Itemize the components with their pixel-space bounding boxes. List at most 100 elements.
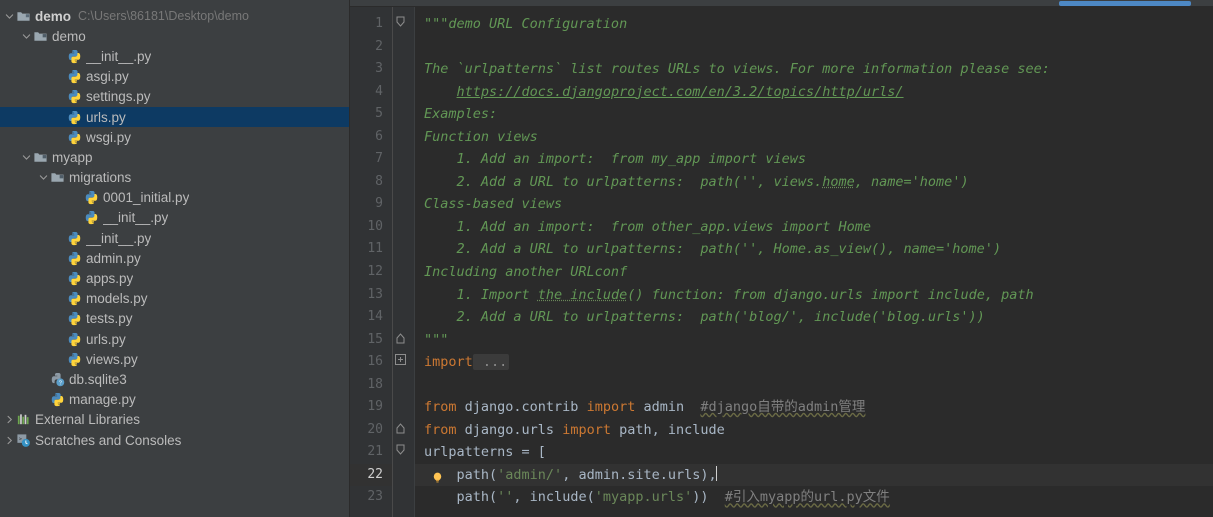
code-line-9[interactable]: Class-based views [415,193,1213,216]
fold-marker-16[interactable] [392,351,414,374]
line-number[interactable]: 5 [350,103,392,126]
tree-item-admin-py[interactable]: admin.py [0,248,349,268]
code-line-11[interactable]: 2. Add a URL to urlpatterns: path('', Ho… [415,238,1213,261]
code-line-21[interactable]: urlpatterns = [ [415,441,1213,464]
line-number[interactable]: 8 [350,171,392,194]
tree-item--init-py[interactable]: __init__.py [0,228,349,248]
tree-item--init-py[interactable]: __init__.py [0,208,349,228]
tree-item-myapp[interactable]: myapp [0,147,349,167]
tree-item-tests-py[interactable]: tests.py [0,309,349,329]
code-line-7[interactable]: 1. Add an import: from my_app import vie… [415,148,1213,171]
code-line-20[interactable]: from django.urls import path, include [415,419,1213,442]
python-file-icon [83,209,100,226]
tree-item-label: Scratches and Consoles [35,432,182,448]
code-editor[interactable]: 1 2 3 4 5 6 7 8 9 10 11 12 13 14 15 16 18 19 20 21 22 23 """d… [350,7,1213,517]
code-line-15[interactable]: """ [415,329,1213,352]
code-line-5[interactable]: Examples: [415,103,1213,126]
code-line-14[interactable]: 2. Add a URL to urlpatterns: path('blog/… [415,306,1213,329]
tree-item-manage-py[interactable]: manage.py [0,390,349,410]
tree-item-scratches-and-consoles[interactable]: >_ Scratches and Consoles [0,430,349,450]
code-line-2[interactable] [415,36,1213,59]
code-line-22[interactable]: path('admin/', admin.site.urls), [415,463,1213,487]
chevron-down-icon[interactable] [4,6,15,26]
project-tree-panel[interactable]: demo C:\Users\86181\Desktop\demo demo __ini… [0,0,350,517]
fold-cell [392,81,414,104]
code-line-10[interactable]: 1. Add an import: from other_app.views i… [415,216,1213,239]
chevron-right-icon[interactable] [4,430,15,450]
code-line-23[interactable]: path('', include('myapp.urls')) #引入myapp… [415,486,1213,509]
line-number[interactable]: 4 [350,81,392,104]
fold-marker-20[interactable] [392,419,414,442]
fold-marker-15[interactable] [392,329,414,352]
python-file-icon [66,230,83,247]
code-line-8[interactable]: 2. Add a URL to urlpatterns: path('', vi… [415,171,1213,194]
code-line-18[interactable] [415,374,1213,397]
tree-item-db-sqlite3[interactable]: ? db.sqlite3 [0,369,349,389]
python-file-icon [66,331,83,348]
tree-item-settings-py[interactable]: settings.py [0,87,349,107]
fold-cell [392,284,414,307]
tree-item-views-py[interactable]: views.py [0,349,349,369]
line-number[interactable]: 13 [350,284,392,307]
code-line-4[interactable]: https://docs.djangoproject.com/en/3.2/to… [415,81,1213,104]
tree-item-urls-py[interactable]: urls.py [0,329,349,349]
chevron-down-icon[interactable] [21,147,32,167]
tree-item-demo[interactable]: demo C:\Users\86181\Desktop\demo [0,6,349,26]
line-number[interactable]: 16 [350,351,392,374]
fold-marker-21[interactable] [392,441,414,464]
tree-item-demo[interactable]: demo [0,26,349,46]
code-line-16[interactable]: import ... [415,351,1213,374]
line-number[interactable]: 15 [350,329,392,352]
line-number[interactable]: 18 [350,374,392,397]
tree-item-apps-py[interactable]: apps.py [0,268,349,288]
fold-marker-1[interactable] [392,13,414,36]
line-number[interactable]: 12 [350,261,392,284]
chevron-right-icon[interactable] [4,410,15,430]
fold-cell [392,36,414,59]
line-number-gutter[interactable]: 1 2 3 4 5 6 7 8 9 10 11 12 13 14 15 16 18 19 20 21 22 23 [350,7,392,517]
chevron-down-icon[interactable] [21,26,32,46]
line-number[interactable]: 9 [350,193,392,216]
tree-item-asgi-py[interactable]: asgi.py [0,67,349,87]
line-number[interactable]: 1 [350,13,392,36]
line-number[interactable]: 11 [350,238,392,261]
code-text-area[interactable]: """demo URL Configuration The `urlpattern… [414,7,1213,517]
tree-item-label: demo [35,8,72,24]
line-number[interactable]: 2 [350,36,392,59]
tree-item-migrations[interactable]: migrations [0,168,349,188]
line-number[interactable]: 19 [350,396,392,419]
tree-item-0001-initial-py[interactable]: 0001_initial.py [0,188,349,208]
project-tree[interactable]: demo C:\Users\86181\Desktop\demo demo __ini… [0,6,349,450]
tree-item-wsgi-py[interactable]: wsgi.py [0,127,349,147]
python-file-icon [83,189,100,206]
line-number[interactable]: 7 [350,148,392,171]
line-number[interactable]: 6 [350,126,392,149]
code-line-19[interactable]: from django.contrib import admin #django… [415,396,1213,419]
line-number[interactable]: 3 [350,58,392,81]
code-line-3[interactable]: The `urlpatterns` list routes URLs to vi… [415,58,1213,81]
chevron-down-icon[interactable] [38,168,49,188]
tree-item-label: urls.py [86,331,126,347]
line-number[interactable]: 10 [350,216,392,239]
line-number[interactable]: 21 [350,441,392,464]
line-number[interactable]: 14 [350,306,392,329]
scratches-icon: >_ [15,432,32,449]
tree-item-models-py[interactable]: models.py [0,289,349,309]
horizontal-scrollbar[interactable] [350,0,1213,7]
line-number[interactable]: 20 [350,419,392,442]
code-line-1[interactable]: """demo URL Configuration [415,13,1213,36]
code-line-12[interactable]: Including another URLconf [415,261,1213,284]
svg-text:?: ? [59,381,62,387]
tree-item-external-libraries[interactable]: External Libraries [0,410,349,430]
tree-item--init-py[interactable]: __init__.py [0,46,349,66]
code-line-6[interactable]: Function views [415,126,1213,149]
tree-item-urls-py[interactable]: urls.py [0,106,349,128]
horizontal-scrollbar-thumb[interactable] [1059,1,1191,6]
line-number[interactable]: 22 [350,463,392,487]
code-line-13[interactable]: 1. Import the include() function: from d… [415,284,1213,307]
line-number[interactable]: 23 [350,486,392,509]
code-folding-gutter[interactable] [392,7,414,517]
